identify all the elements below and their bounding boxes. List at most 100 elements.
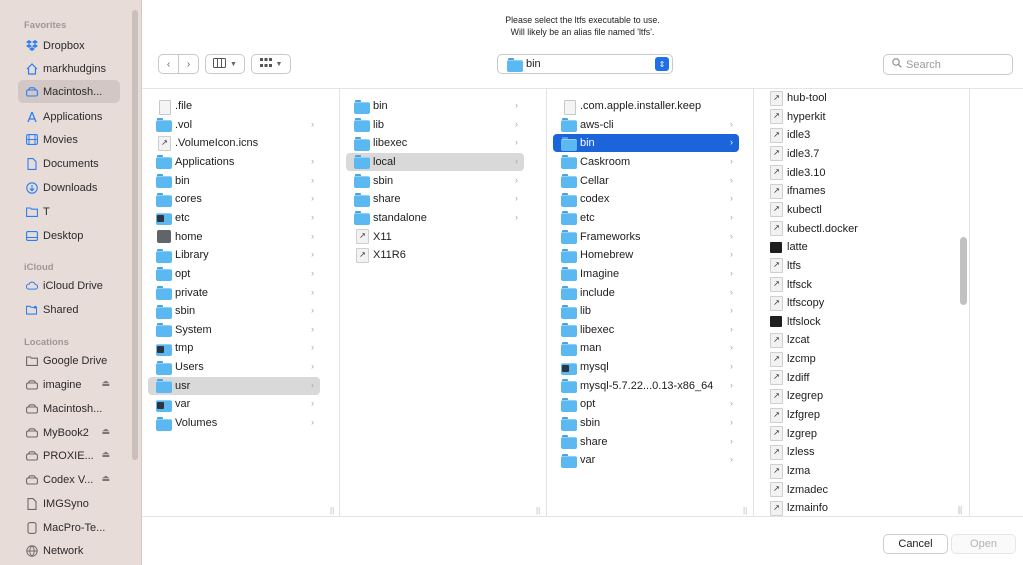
file-row[interactable]: lib ›	[553, 302, 739, 320]
column-resize-handle[interactable]: ||	[536, 506, 540, 515]
file-row[interactable]: opt ›	[148, 265, 320, 283]
file-row[interactable]: idle3.10	[760, 164, 950, 182]
file-row[interactable]: lzless	[760, 443, 950, 461]
file-row[interactable]: ltfsck	[760, 276, 950, 294]
file-row[interactable]: ltfs	[760, 257, 950, 275]
file-row[interactable]: tmp ›	[148, 339, 320, 357]
eject-icon[interactable]: ⏏	[101, 473, 110, 484]
file-row[interactable]: .VolumeIcon.icns	[148, 134, 320, 152]
cancel-button[interactable]: Cancel	[883, 534, 948, 554]
file-row[interactable]: standalone ›	[346, 209, 524, 227]
sidebar-item-icloud-drive[interactable]: iCloud Drive	[18, 274, 120, 297]
sidebar-item-google-drive[interactable]: Google Drive	[18, 349, 120, 372]
column-root[interactable]: .file.vol›.VolumeIcon.icnsApplications›b…	[142, 89, 340, 516]
file-row[interactable]: System ›	[148, 321, 320, 339]
file-row[interactable]: share ›	[346, 190, 524, 208]
file-row[interactable]: hub-tool	[760, 89, 950, 107]
sidebar-item-downloads[interactable]: Downloads	[18, 176, 120, 199]
file-row[interactable]: share ›	[553, 433, 739, 451]
sidebar-item-network[interactable]: Network	[18, 539, 120, 562]
file-row[interactable]: hyperkit	[760, 108, 950, 126]
column-usr[interactable]: bin › lib › libexec › local › sbin › share › standal…	[340, 89, 547, 516]
file-row[interactable]: Cellar ›	[553, 172, 739, 190]
open-button[interactable]: Open	[951, 534, 1016, 554]
file-row[interactable]: ifnames	[760, 182, 950, 200]
file-row[interactable]: latte	[760, 238, 950, 256]
column-resize-handle[interactable]: ||	[743, 506, 747, 515]
sidebar-item-macintosh[interactable]: Macintosh...	[18, 80, 120, 103]
view-mode-button[interactable]: ▼	[205, 54, 245, 74]
file-row[interactable]: ltfscopy	[760, 294, 950, 312]
file-row[interactable]: Caskroom ›	[553, 153, 739, 171]
file-row[interactable]: Applications ›	[148, 153, 320, 171]
sidebar-item-imagine[interactable]: imagine ⏏	[18, 373, 120, 396]
file-row[interactable]: idle3	[760, 126, 950, 144]
file-row[interactable]: bin ›	[148, 172, 320, 190]
file-row[interactable]: lzcat	[760, 331, 950, 349]
search-field[interactable]: Search	[883, 54, 1013, 75]
column-scrollbar[interactable]	[960, 237, 967, 305]
file-row[interactable]: .com.apple.installer.keep	[553, 97, 739, 115]
file-row[interactable]: man ›	[553, 339, 739, 357]
sidebar-item-applications[interactable]: Applications	[18, 105, 120, 128]
eject-icon[interactable]: ⏏	[101, 449, 110, 460]
sidebar-item-macpro[interactable]: MacPro-Te...	[18, 516, 120, 539]
file-row[interactable]: etc ›	[148, 209, 320, 227]
file-row[interactable]: var ›	[148, 395, 320, 413]
sidebar-item-documents[interactable]: Documents	[18, 152, 120, 175]
file-row[interactable]: Library ›	[148, 246, 320, 264]
sidebar-item-codex[interactable]: Codex V... ⏏	[18, 468, 120, 491]
eject-icon[interactable]: ⏏	[101, 378, 110, 389]
file-row[interactable]: cores ›	[148, 190, 320, 208]
file-row[interactable]: sbin ›	[148, 302, 320, 320]
file-row[interactable]: lzma	[760, 462, 950, 480]
sidebar-item-proxie[interactable]: PROXIE... ⏏	[18, 444, 120, 467]
file-row[interactable]: Homebrew ›	[553, 246, 739, 264]
file-row[interactable]: lzfgrep	[760, 406, 950, 424]
file-row[interactable]: private ›	[148, 284, 320, 302]
file-row[interactable]: kubectl.docker	[760, 220, 950, 238]
file-row[interactable]: X11	[346, 228, 524, 246]
file-row[interactable]: lzcmp	[760, 350, 950, 368]
file-row[interactable]: var ›	[553, 451, 739, 469]
path-popup[interactable]: bin ⇕	[497, 54, 673, 74]
file-row[interactable]: libexec ›	[346, 134, 524, 152]
sidebar-item-macintosh-2[interactable]: Macintosh...	[18, 397, 120, 420]
sidebar-item-shared[interactable]: Shared	[18, 298, 120, 321]
sidebar-item-dropbox[interactable]: Dropbox	[18, 34, 120, 57]
sidebar-item-movies[interactable]: Movies	[18, 128, 120, 151]
file-row[interactable]: local ›	[346, 152, 524, 171]
file-row[interactable]: idle3.7	[760, 145, 950, 163]
file-row[interactable]: codex ›	[553, 190, 739, 208]
group-by-button[interactable]: ▼	[251, 54, 291, 74]
file-row[interactable]: etc ›	[553, 209, 739, 227]
file-row[interactable]: mysql ›	[553, 358, 739, 376]
file-row[interactable]: lzgrep	[760, 425, 950, 443]
file-row[interactable]: bin ›	[346, 97, 524, 115]
file-row[interactable]: lzdiff	[760, 369, 950, 387]
back-button[interactable]: ‹	[158, 54, 179, 74]
column-resize-handle[interactable]: ||	[958, 505, 962, 514]
file-row[interactable]: sbin ›	[553, 414, 739, 432]
file-row[interactable]: lib ›	[346, 116, 524, 134]
file-row[interactable]: opt ›	[553, 395, 739, 413]
file-row[interactable]: Frameworks ›	[553, 228, 739, 246]
file-row[interactable]: lzmadec	[760, 481, 950, 499]
file-row[interactable]: ltfslock	[760, 313, 950, 331]
column-local[interactable]: .com.apple.installer.keep aws-cli › bin › Cas…	[547, 89, 754, 516]
file-row[interactable]: sbin ›	[346, 172, 524, 190]
file-row[interactable]: libexec ›	[553, 321, 739, 339]
file-row[interactable]: bin ›	[553, 134, 739, 153]
sidebar-item-mybook2[interactable]: MyBook2 ⏏	[18, 421, 120, 444]
file-row[interactable]: kubectl	[760, 201, 950, 219]
column-bin[interactable]: hub-tool hyperkit idle3 idle3.7 idle3.10 ifna…	[754, 89, 970, 516]
file-row[interactable]: include ›	[553, 284, 739, 302]
file-row[interactable]: mysql-5.7.22...0.13-x86_64 ›	[553, 377, 739, 395]
sidebar-item-imgsyno[interactable]: IMGSyno	[18, 492, 120, 515]
eject-icon[interactable]: ⏏	[101, 426, 110, 437]
file-row[interactable]: aws-cli ›	[553, 116, 739, 134]
file-row[interactable]: lzmainfo	[760, 499, 950, 516]
file-row[interactable]: Volumes ›	[148, 414, 320, 432]
sidebar-item-desktop[interactable]: Desktop	[18, 224, 120, 247]
sidebar-scrollbar[interactable]	[132, 10, 138, 460]
